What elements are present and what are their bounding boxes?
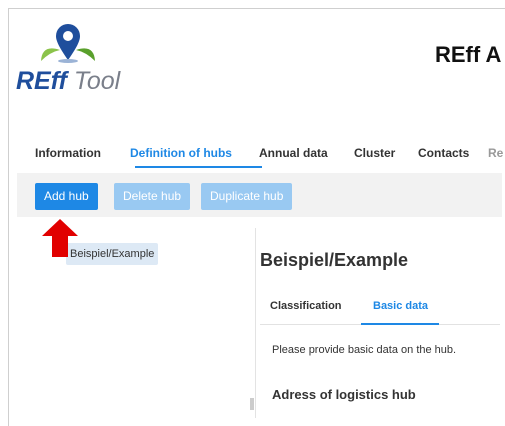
basic-data-help-text: Please provide basic data on the hub. (272, 344, 457, 356)
subtab-classification[interactable]: Classification (270, 300, 342, 312)
tab-annual-data[interactable]: Annual data (259, 146, 328, 160)
logo-word-main: REff (16, 67, 74, 95)
hub-detail-title: Beispiel/Example (260, 250, 409, 270)
toolbar: Add hub Delete hub Duplicate hub (17, 173, 502, 217)
red-arrow-annotation-icon (42, 219, 78, 257)
panel-scrollbar[interactable] (250, 398, 254, 410)
duplicate-hub-button[interactable]: Duplicate hub (201, 183, 293, 210)
tab-definition-of-hubs[interactable]: Definition of hubs (130, 146, 232, 160)
tab-contacts[interactable]: Contacts (418, 146, 469, 160)
subtab-basic-data[interactable]: Basic data (373, 300, 428, 312)
active-subtab-indicator (361, 323, 439, 325)
app-title: REff A (435, 42, 502, 67)
logo-word-accent: Tool (73, 67, 121, 95)
map-pin-leaf-icon (41, 24, 95, 63)
tab-cluster[interactable]: Cluster (354, 146, 395, 160)
section-title-address: Adress of logistics hub (272, 387, 416, 402)
main-tabs: Information Definition of hubs Annual da… (20, 136, 503, 168)
hub-list-item[interactable]: Beispiel/Example (66, 243, 159, 265)
tab-information[interactable]: Information (35, 146, 101, 160)
add-hub-button[interactable]: Add hub (35, 183, 98, 210)
detail-subtabs: Classification Basic data (260, 300, 500, 326)
logo-text: REff Tool (16, 67, 120, 96)
tab-more[interactable]: Re (488, 146, 503, 160)
active-tab-indicator (135, 166, 262, 168)
logo: REff Tool (16, 22, 141, 97)
delete-hub-button[interactable]: Delete hub (114, 183, 191, 210)
